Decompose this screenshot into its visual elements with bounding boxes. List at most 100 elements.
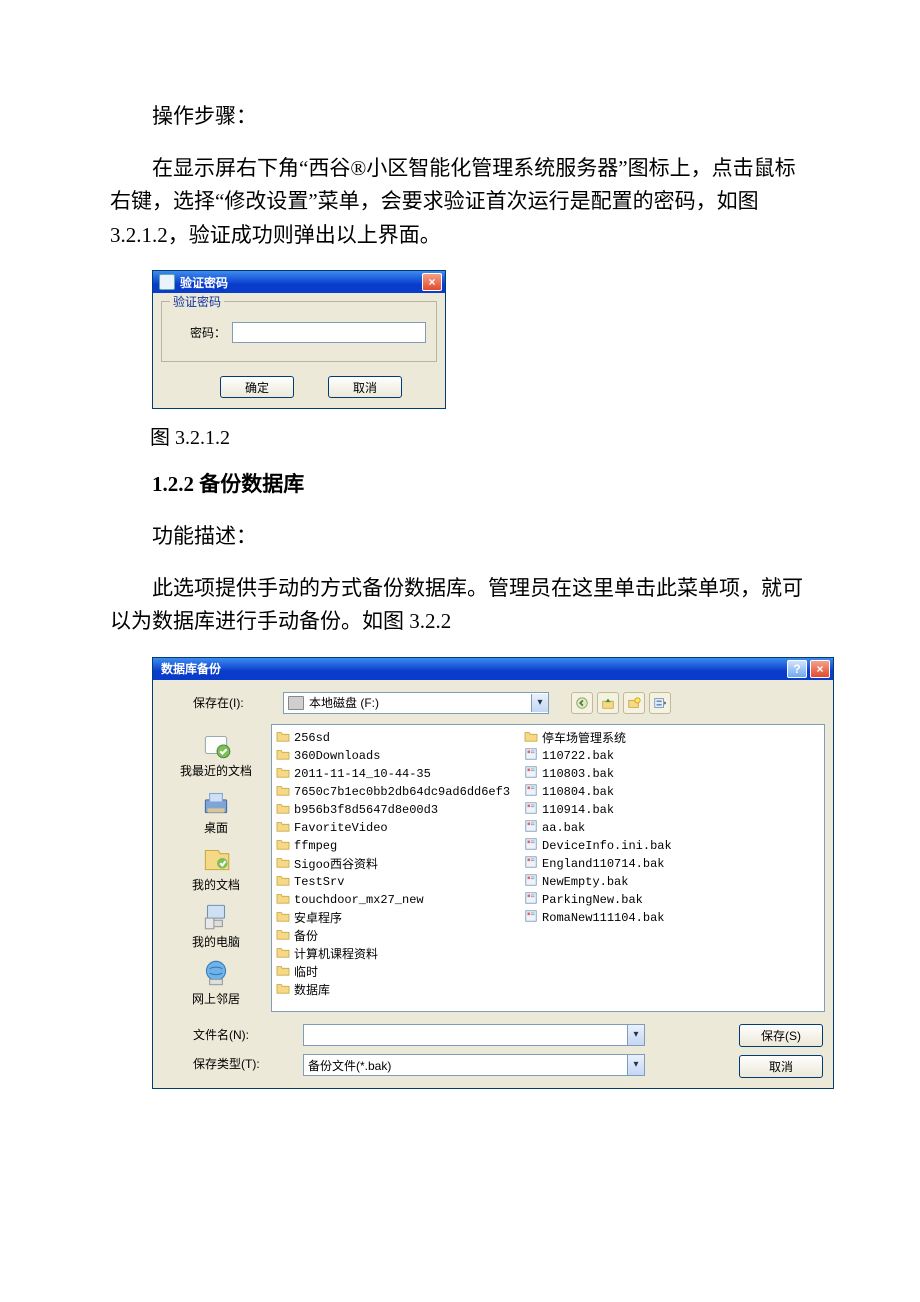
folder-item[interactable]: FavoriteVideo bbox=[276, 819, 520, 837]
place-icon bbox=[199, 842, 233, 874]
folder-icon bbox=[276, 748, 290, 764]
place-label: 我的电脑 bbox=[161, 933, 271, 950]
item-label: RomaNew111104.bak bbox=[542, 911, 664, 925]
folder-item[interactable]: 备份 bbox=[276, 927, 520, 945]
item-label: TestSrv bbox=[294, 875, 344, 889]
place-item[interactable]: 我最近的文档 bbox=[161, 728, 271, 779]
db-backup-dialog: 数据库备份 ? × 保存在(I): 本地磁盘 (F:) ▾ 我最近的文档桌面我的… bbox=[152, 657, 834, 1089]
close-icon[interactable]: × bbox=[422, 273, 442, 291]
filetype-combo[interactable]: 备份文件(*.bak) ▾ bbox=[303, 1054, 645, 1076]
file-item[interactable]: 110914.bak bbox=[524, 801, 754, 819]
places-bar: 我最近的文档桌面我的文档我的电脑网上邻居 bbox=[161, 724, 271, 1012]
folder-item[interactable]: 256sd bbox=[276, 729, 520, 747]
folder-item[interactable]: 安卓程序 bbox=[276, 909, 520, 927]
place-label: 我的文档 bbox=[161, 876, 271, 893]
folder-icon bbox=[276, 982, 290, 998]
up-icon[interactable] bbox=[597, 692, 619, 714]
save-in-combo[interactable]: 本地磁盘 (F:) ▾ bbox=[283, 692, 549, 714]
back-icon[interactable] bbox=[571, 692, 593, 714]
folder-icon bbox=[276, 874, 290, 890]
item-label: Sigoo西谷资料 bbox=[294, 855, 378, 872]
file-item[interactable]: England110714.bak bbox=[524, 855, 754, 873]
chevron-down-icon[interactable]: ▾ bbox=[627, 1025, 644, 1045]
filename-field[interactable]: ▾ bbox=[303, 1024, 645, 1046]
cancel-button[interactable]: 取消 bbox=[328, 376, 402, 398]
cancel-button[interactable]: 取消 bbox=[739, 1055, 823, 1078]
folder-item[interactable]: 计算机课程资料 bbox=[276, 945, 520, 963]
folder-item[interactable]: 停车场管理系统 bbox=[524, 729, 754, 747]
help-icon[interactable]: ? bbox=[787, 660, 807, 678]
item-label: 7650c7b1ec0bb2db64dc9ad6dd6ef3 bbox=[294, 785, 510, 799]
group-legend: 验证密码 bbox=[170, 293, 224, 310]
folder-item[interactable]: Sigoo西谷资料 bbox=[276, 855, 520, 873]
file-icon bbox=[524, 783, 538, 801]
verify-password-group: 验证密码 密码： bbox=[161, 301, 437, 362]
folder-item[interactable]: 数据库 bbox=[276, 981, 520, 999]
file-icon bbox=[524, 855, 538, 873]
new-folder-icon[interactable] bbox=[623, 692, 645, 714]
filetype-value: 备份文件(*.bak) bbox=[304, 1055, 627, 1075]
place-item[interactable]: 网上邻居 bbox=[161, 956, 271, 1007]
item-label: England110714.bak bbox=[542, 857, 664, 871]
place-item[interactable]: 我的文档 bbox=[161, 842, 271, 893]
file-item[interactable]: RomaNew111104.bak bbox=[524, 909, 754, 927]
chevron-down-icon[interactable]: ▾ bbox=[531, 694, 548, 712]
verify-password-dialog: 验证密码 × 验证密码 密码： 确定 取消 bbox=[152, 270, 446, 409]
file-icon bbox=[524, 891, 538, 909]
file-icon bbox=[524, 819, 538, 837]
views-icon[interactable] bbox=[649, 692, 671, 714]
folder-item[interactable]: 360Downloads bbox=[276, 747, 520, 765]
chevron-down-icon[interactable]: ▾ bbox=[627, 1055, 644, 1075]
ok-button[interactable]: 确定 bbox=[220, 376, 294, 398]
save-in-label: 保存在(I): bbox=[193, 694, 273, 711]
place-icon bbox=[199, 899, 233, 931]
file-item[interactable]: 110803.bak bbox=[524, 765, 754, 783]
folder-icon bbox=[524, 730, 538, 746]
item-label: 2011-11-14_10-44-35 bbox=[294, 767, 431, 781]
password-field[interactable] bbox=[232, 322, 426, 343]
place-item[interactable]: 我的电脑 bbox=[161, 899, 271, 950]
close-icon[interactable]: × bbox=[810, 660, 830, 678]
item-label: 110804.bak bbox=[542, 785, 614, 799]
folder-icon bbox=[276, 802, 290, 818]
item-label: DeviceInfo.ini.bak bbox=[542, 839, 672, 853]
folder-item[interactable]: ffmpeg bbox=[276, 837, 520, 855]
folder-item[interactable]: touchdoor_mx27_new bbox=[276, 891, 520, 909]
para-func-heading: 功能描述： bbox=[110, 520, 810, 554]
file-item[interactable]: NewEmpty.bak bbox=[524, 873, 754, 891]
file-item[interactable]: aa.bak bbox=[524, 819, 754, 837]
backup-dialog-titlebar[interactable]: 数据库备份 ? × bbox=[153, 658, 833, 680]
place-item[interactable]: 桌面 bbox=[161, 785, 271, 836]
file-item[interactable]: 110722.bak bbox=[524, 747, 754, 765]
para-instructions: 在显示屏右下角“西谷®小区智能化管理系统服务器”图标上，点击鼠标右键，选择“修改… bbox=[110, 152, 810, 253]
item-label: 256sd bbox=[294, 731, 330, 745]
file-icon bbox=[524, 747, 538, 765]
folder-item[interactable]: TestSrv bbox=[276, 873, 520, 891]
folder-item[interactable]: 2011-11-14_10-44-35 bbox=[276, 765, 520, 783]
folder-icon bbox=[276, 892, 290, 908]
place-label: 桌面 bbox=[161, 819, 271, 836]
filename-label: 文件名(N): bbox=[193, 1026, 303, 1043]
item-label: NewEmpty.bak bbox=[542, 875, 628, 889]
file-icon bbox=[524, 765, 538, 783]
file-item[interactable]: 110804.bak bbox=[524, 783, 754, 801]
item-label: b956b3f8d5647d8e00d3 bbox=[294, 803, 438, 817]
item-label: touchdoor_mx27_new bbox=[294, 893, 424, 907]
file-list[interactable]: 256sd 360Downloads 2011-11-14_10-44-35 7650… bbox=[271, 724, 825, 1012]
backup-dialog-title: 数据库备份 bbox=[161, 660, 787, 677]
folder-icon bbox=[276, 856, 290, 872]
folder-item[interactable]: b956b3f8d5647d8e00d3 bbox=[276, 801, 520, 819]
folder-item[interactable]: 临时 bbox=[276, 963, 520, 981]
item-label: 110914.bak bbox=[542, 803, 614, 817]
file-item[interactable]: DeviceInfo.ini.bak bbox=[524, 837, 754, 855]
file-icon bbox=[524, 873, 538, 891]
save-button[interactable]: 保存(S) bbox=[739, 1024, 823, 1047]
folder-item[interactable]: 7650c7b1ec0bb2db64dc9ad6dd6ef3 bbox=[276, 783, 520, 801]
para-steps-heading: 操作步骤： bbox=[110, 100, 810, 134]
item-label: 临时 bbox=[294, 963, 318, 980]
verify-dialog-titlebar[interactable]: 验证密码 × bbox=[153, 271, 445, 293]
place-icon bbox=[199, 785, 233, 817]
folder-icon bbox=[276, 766, 290, 782]
folder-icon bbox=[276, 946, 290, 962]
file-item[interactable]: ParkingNew.bak bbox=[524, 891, 754, 909]
